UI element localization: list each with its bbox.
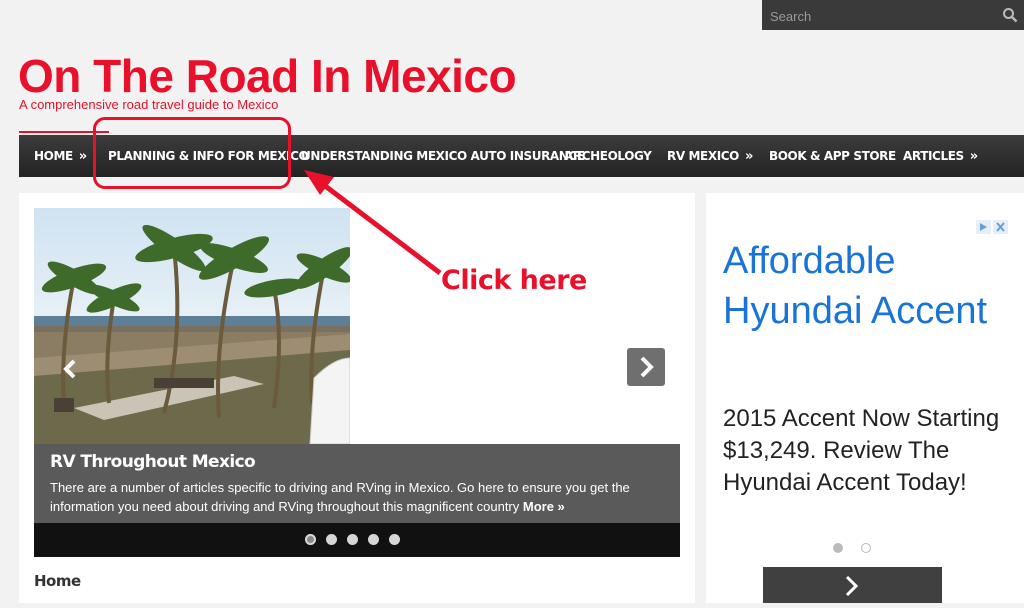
ad-body[interactable]: 2015 Accent Now Starting $13,249. Review… xyxy=(723,403,1013,499)
breadcrumb[interactable]: Home xyxy=(34,572,81,590)
nav-item-label: RV MEXICO xyxy=(667,149,739,163)
chevron-right-icon: » xyxy=(744,149,753,164)
ad-carousel-dot[interactable] xyxy=(833,543,843,553)
chevron-right-icon[interactable] xyxy=(627,348,665,386)
ad-next-button[interactable] xyxy=(763,567,942,603)
ad-headline[interactable]: Affordable Hyundai Accent xyxy=(723,236,1013,336)
slider-dot[interactable] xyxy=(305,534,316,545)
chevron-left-icon[interactable] xyxy=(57,356,83,382)
highlight-box xyxy=(93,117,291,189)
more-link[interactable]: More » xyxy=(523,499,565,514)
nav-item-label: HOME xyxy=(34,149,73,163)
nav-item-rv-mexico[interactable]: RV MEXICO » xyxy=(667,135,753,177)
nav-item-label: ARCHEOLOGY xyxy=(564,149,652,163)
slider-dot[interactable] xyxy=(389,534,400,545)
nav-item-label: UNDERSTANDING MEXICO AUTO INSURANCE xyxy=(301,149,585,163)
nav-item-archeology[interactable]: ARCHEOLOGY xyxy=(564,135,652,177)
search-bar xyxy=(762,0,1024,30)
ad-carousel-dot[interactable] xyxy=(861,543,871,553)
slide-caption: RV Throughout Mexico There are a number … xyxy=(34,444,680,523)
slider-dot[interactable] xyxy=(347,534,358,545)
search-input[interactable] xyxy=(768,4,1000,28)
chevron-right-icon: » xyxy=(969,149,978,164)
slide-description: There are a number of articles specific … xyxy=(50,478,670,516)
arrow-icon xyxy=(304,170,442,275)
nav-item-label: BOOK & APP STORE xyxy=(769,149,896,163)
nav-item-label: ARTICLES xyxy=(903,149,964,163)
ad-choices-icon[interactable] xyxy=(976,220,1010,234)
site-title[interactable]: On The Road In Mexico xyxy=(18,50,517,102)
nav-item-articles[interactable]: ARTICLES » xyxy=(903,135,978,177)
site-tagline: A comprehensive road travel guide to Mex… xyxy=(19,97,279,112)
nav-item-home[interactable]: HOME » xyxy=(34,135,87,177)
chevron-right-icon xyxy=(845,575,859,597)
chevron-right-icon: » xyxy=(78,149,87,164)
slider-pagination xyxy=(34,523,680,557)
nav-item-book-app-store[interactable]: BOOK & APP STORE xyxy=(769,135,896,177)
slider-dot[interactable] xyxy=(368,534,379,545)
slide-title[interactable]: RV Throughout Mexico xyxy=(50,452,256,472)
search-icon[interactable] xyxy=(1002,7,1018,23)
annotation-label: Click here xyxy=(441,265,587,296)
slider-dot[interactable] xyxy=(326,534,337,545)
